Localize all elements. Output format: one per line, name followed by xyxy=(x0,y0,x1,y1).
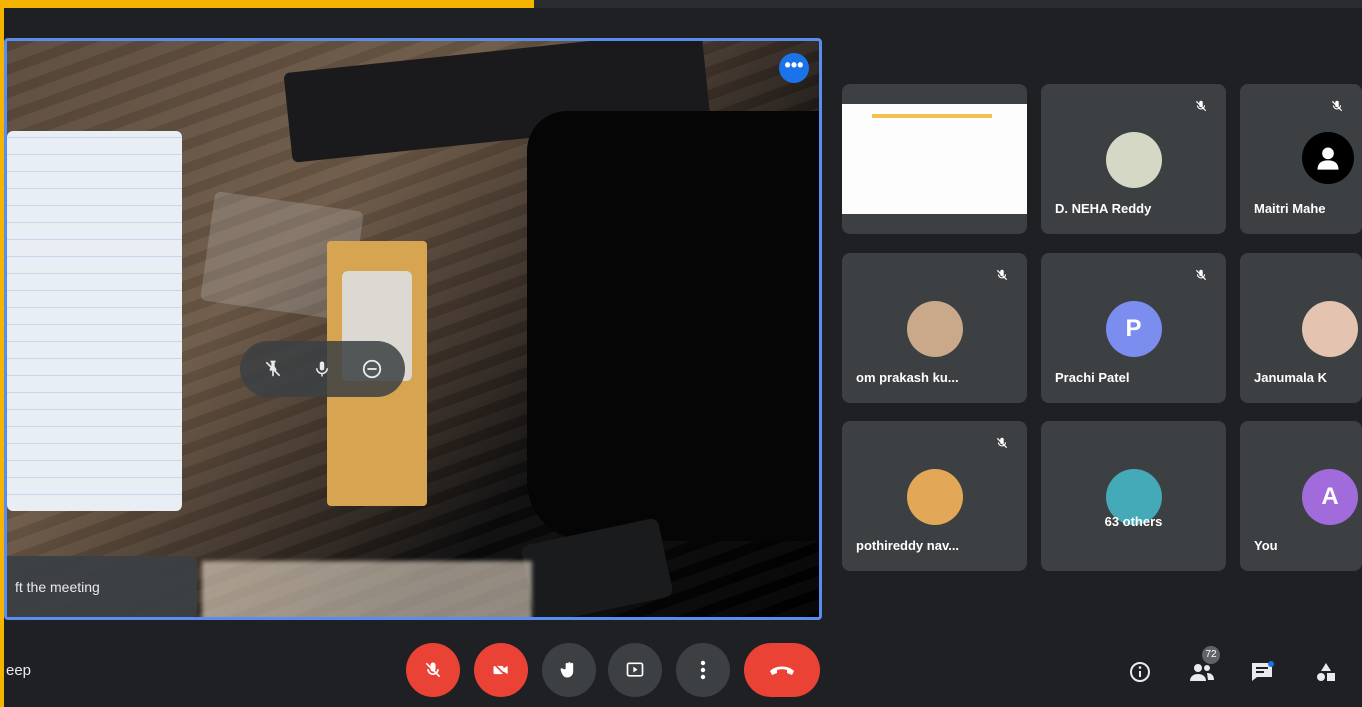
left-meeting-toast: ft the meeting xyxy=(7,556,197,617)
participant-tile[interactable]: Janumala K xyxy=(1240,253,1362,403)
hand-icon xyxy=(560,662,574,678)
chat-icon xyxy=(1252,661,1274,681)
muted-mic-icon xyxy=(1194,98,1208,118)
tile-hover-controls xyxy=(240,341,405,397)
muted-mic-icon xyxy=(995,267,1009,287)
avatar xyxy=(1302,132,1354,184)
camera-toggle-button[interactable] xyxy=(474,643,528,697)
participant-tile[interactable]: pothireddy nav... xyxy=(842,421,1027,571)
mic-toggle-button[interactable] xyxy=(406,643,460,697)
avatar: P xyxy=(1105,301,1162,357)
participant-tile[interactable]: A You xyxy=(1240,421,1362,571)
raise-hand-button[interactable] xyxy=(542,643,596,697)
more-vertical-icon xyxy=(700,660,706,680)
pinned-video-tile[interactable]: ••• ft the meeting xyxy=(4,38,822,620)
meeting-info-button[interactable] xyxy=(1120,652,1160,692)
participant-tile[interactable] xyxy=(842,84,1027,234)
participant-name: Prachi Patel xyxy=(1055,370,1130,385)
more-options-button[interactable] xyxy=(676,643,730,697)
phone-hangup-icon xyxy=(770,666,794,675)
mic-icon[interactable] xyxy=(304,351,340,387)
shapes-icon xyxy=(1317,663,1335,681)
mic-off-icon xyxy=(425,662,441,678)
avatar: A xyxy=(1302,469,1358,525)
participant-name: You xyxy=(1254,538,1278,553)
muted-mic-icon xyxy=(1330,98,1344,118)
avatar xyxy=(1105,132,1162,188)
pin-off-icon[interactable] xyxy=(255,351,291,387)
notebook-image xyxy=(7,131,182,511)
participant-tile[interactable]: D. NEHA Reddy xyxy=(1041,84,1226,234)
participant-name: pothireddy nav... xyxy=(856,538,960,553)
participant-tile[interactable]: om prakash ku... xyxy=(842,253,1027,403)
dark-object-image xyxy=(527,111,819,541)
participant-name: Janumala K xyxy=(1254,370,1327,385)
avatar xyxy=(906,469,963,525)
meeting-name: eep xyxy=(6,662,32,679)
people-button[interactable]: 72 xyxy=(1182,646,1222,692)
participant-name: D. NEHA Reddy xyxy=(1055,201,1152,216)
tile-more-options-button[interactable]: ••• xyxy=(779,53,809,83)
camera-off-icon xyxy=(492,662,509,679)
activities-button[interactable] xyxy=(1306,652,1346,692)
participant-tile[interactable]: P Prachi Patel xyxy=(1041,253,1226,403)
muted-mic-icon xyxy=(1194,267,1208,287)
window-top-accent xyxy=(0,0,534,8)
participant-name: om prakash ku... xyxy=(856,370,959,385)
presentation-thumbnail xyxy=(842,104,1027,214)
toast-text: ft the meeting xyxy=(15,579,100,595)
light-reflection xyxy=(202,561,532,617)
avatar xyxy=(1302,301,1358,357)
info-icon xyxy=(1130,662,1150,682)
present-screen-icon xyxy=(626,662,644,677)
avatar xyxy=(906,301,963,357)
present-button[interactable] xyxy=(608,643,662,697)
people-count-badge: 72 xyxy=(1202,646,1220,664)
chat-button[interactable] xyxy=(1242,652,1282,692)
participant-name: Maitri Mahe xyxy=(1254,201,1326,216)
participant-tile[interactable]: Maitri Mahe xyxy=(1240,84,1362,234)
muted-mic-icon xyxy=(995,435,1009,455)
participant-tile[interactable]: 63 others xyxy=(1041,421,1226,571)
end-call-button[interactable] xyxy=(744,643,820,697)
remove-icon[interactable] xyxy=(354,351,390,387)
participant-name: 63 others xyxy=(1104,514,1163,529)
people-icon xyxy=(1190,664,1214,681)
